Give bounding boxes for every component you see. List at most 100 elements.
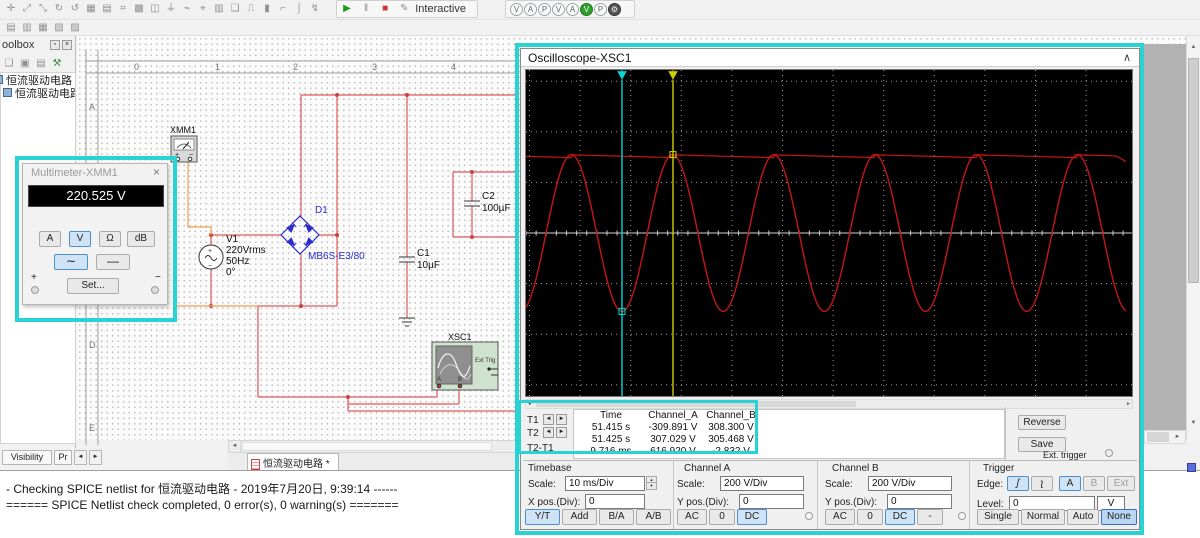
channel-a-dc-button[interactable]: DC — [737, 509, 767, 525]
scroll-up-icon[interactable]: ▲ — [1187, 44, 1200, 50]
scope-hscrollbar[interactable]: ◄ ► — [525, 399, 1133, 409]
amps-mode-button[interactable]: A — [39, 231, 61, 247]
scroll-left-icon[interactable]: ◄ — [229, 441, 241, 452]
channel-a-zero-button[interactable]: 0 — [709, 509, 735, 525]
capacitor-c2[interactable]: C2 100µF — [464, 191, 511, 214]
trigger-normal-button[interactable]: Normal — [1021, 509, 1065, 525]
scroll-left-icon[interactable]: ◄ — [527, 400, 532, 408]
sheet-column-label: 4 — [451, 62, 456, 72]
trigger-auto-button[interactable]: Auto — [1067, 509, 1099, 525]
canvas-hscrollbar-right[interactable]: ► — [1144, 430, 1186, 444]
set-button[interactable]: Set... — [67, 278, 119, 294]
db-mode-button[interactable]: dB — [127, 231, 155, 247]
hscroll-thumb[interactable] — [242, 442, 492, 451]
panel-tab-visibility[interactable]: Visibility — [2, 450, 52, 465]
toolbox-item[interactable]: 恒流驱动电路 — [0, 75, 75, 88]
t2-left-button[interactable]: ◄ — [543, 427, 554, 438]
channel-b-ypos-input[interactable] — [887, 494, 952, 509]
scroll-right-icon[interactable]: ► — [1171, 431, 1184, 443]
minus-terminal[interactable] — [151, 286, 159, 294]
toolbox-toolbar-icon[interactable]: ▣ — [17, 56, 33, 72]
multimeter-component[interactable]: XMM1 + − — [170, 125, 198, 163]
channel-a-ypos-input[interactable] — [739, 494, 804, 509]
edge-rising-button[interactable]: ʃ — [1007, 476, 1029, 491]
wire-orange[interactable] — [175, 162, 258, 307]
hscroll-thumb-right[interactable] — [1147, 432, 1169, 442]
t2-right-button[interactable]: ► — [556, 427, 567, 438]
ground-symbol[interactable] — [399, 317, 415, 327]
channel-b-minus-button[interactable]: - — [917, 509, 943, 525]
oscilloscope-titlebar[interactable]: Oscilloscope-XSC1 ∧ — [521, 49, 1139, 67]
channel-b-scale-input[interactable] — [868, 476, 952, 491]
v1-plus-mark: + — [208, 248, 212, 255]
toolbox-item[interactable]: 恒流驱动电路 — [1, 88, 75, 101]
toolbox-toolbar-icon[interactable]: ❏ — [1, 56, 17, 72]
yt-mode-button[interactable]: Y/T — [525, 509, 560, 525]
channel-b-terminal[interactable] — [958, 512, 966, 520]
scroll-down-icon[interactable]: ▼ — [1187, 420, 1200, 426]
dock-button[interactable]: ▫ — [50, 40, 60, 50]
trigger-source-a-button[interactable]: A — [1059, 476, 1081, 491]
spreadsheet-icon[interactable] — [1187, 463, 1196, 472]
toolbox-header: oolbox ▫ × — [0, 38, 76, 54]
multimeter-title: Multimeter-XMM1 — [31, 167, 118, 179]
vscroll-thumb[interactable] — [1188, 58, 1199, 283]
channel-b-zero-button[interactable]: 0 — [857, 509, 883, 525]
channel-a-scale-input[interactable] — [720, 476, 804, 491]
toolbox-bottom-tabs: Visibility Pr ◄ ► — [0, 448, 112, 468]
collapse-icon[interactable]: ∧ — [1123, 51, 1131, 64]
add-mode-button[interactable]: Add — [562, 509, 597, 525]
channel-a-ac-button[interactable]: AC — [677, 509, 707, 525]
t1-left-button[interactable]: ◄ — [543, 414, 554, 425]
plus-terminal[interactable] — [31, 286, 39, 294]
timebase-xpos-input[interactable] — [585, 494, 645, 509]
toolbox-toolbar-icon[interactable]: ▤ — [33, 56, 49, 72]
canvas-vscrollbar[interactable]: ▲ ▼ — [1186, 36, 1200, 440]
trigger-none-button[interactable]: None — [1101, 509, 1137, 525]
t1-right-button[interactable]: ► — [556, 414, 567, 425]
ohms-mode-button[interactable]: Ω — [99, 231, 121, 247]
canvas-hscrollbar[interactable]: ◄ — [228, 440, 516, 453]
channel-b-dc-button[interactable]: DC — [885, 509, 915, 525]
trigger-source-b-button[interactable]: B — [1083, 476, 1105, 491]
dc-mode-button[interactable]: — — [96, 254, 130, 270]
tab-scroll-left-icon[interactable]: ◄ — [74, 450, 87, 465]
panel-tab-pr[interactable]: Pr — [54, 450, 72, 465]
ac-source-component[interactable]: + − V1 220Vrms 50Hz 0° — [198, 234, 266, 278]
ba-mode-button[interactable]: B/A — [599, 509, 634, 525]
channel-b-ac-button[interactable]: AC — [825, 509, 855, 525]
close-icon[interactable]: × — [153, 165, 160, 179]
xsc1-a-label: A — [437, 377, 441, 383]
trigger-single-button[interactable]: Single — [977, 509, 1019, 525]
scope-hscroll-thumb[interactable] — [536, 401, 856, 407]
channel-a-terminal[interactable] — [805, 512, 813, 520]
toolbox-toolbar-icon[interactable]: ⚒ — [49, 56, 65, 72]
tab-scroll-right-icon[interactable]: ► — [89, 450, 102, 465]
c1-ref-label: C1 — [417, 248, 430, 259]
ab-mode-button[interactable]: A/B — [636, 509, 671, 525]
trigger-source-ext-button[interactable]: Ext — [1107, 476, 1135, 491]
spinner-up-icon[interactable]: ▲ — [646, 476, 657, 483]
timebase-scale-input[interactable] — [565, 476, 645, 491]
reverse-button[interactable]: Reverse — [1018, 415, 1066, 430]
bridge-rectifier-component[interactable]: D1 MB6S-E3/80 — [280, 205, 365, 262]
timebase-scale-spinner[interactable]: ▲ ▼ — [646, 476, 657, 491]
timebase-scale-label: Scale: — [528, 479, 556, 490]
sheet-tab[interactable]: 恒流驱动电路 * — [247, 453, 339, 470]
capacitor-c1[interactable]: C1 10µF — [399, 248, 440, 271]
readout-header-time: Time — [600, 410, 622, 421]
c1-value-label: 10µF — [417, 260, 440, 271]
edge-falling-button[interactable]: ʅ — [1031, 476, 1053, 491]
timebase-xpos-label: X pos.(Div): — [528, 497, 581, 508]
oscilloscope-component[interactable]: XSC1 Ext Trig A B — [431, 332, 499, 391]
v1-value-label: 220Vrms — [226, 245, 266, 256]
ext-trigger-terminal[interactable] — [1105, 449, 1113, 457]
volts-mode-button[interactable]: V — [69, 231, 91, 247]
scroll-right-icon[interactable]: ► — [1126, 400, 1131, 408]
sheet-icon — [0, 75, 3, 84]
ac-mode-button[interactable]: ∼ — [54, 254, 88, 270]
close-panel-button[interactable]: × — [62, 40, 72, 50]
t2-channel-b-value: 305.468 V — [708, 434, 754, 445]
sheet-column-label: 1 — [215, 62, 220, 72]
spinner-down-icon[interactable]: ▼ — [646, 483, 657, 490]
